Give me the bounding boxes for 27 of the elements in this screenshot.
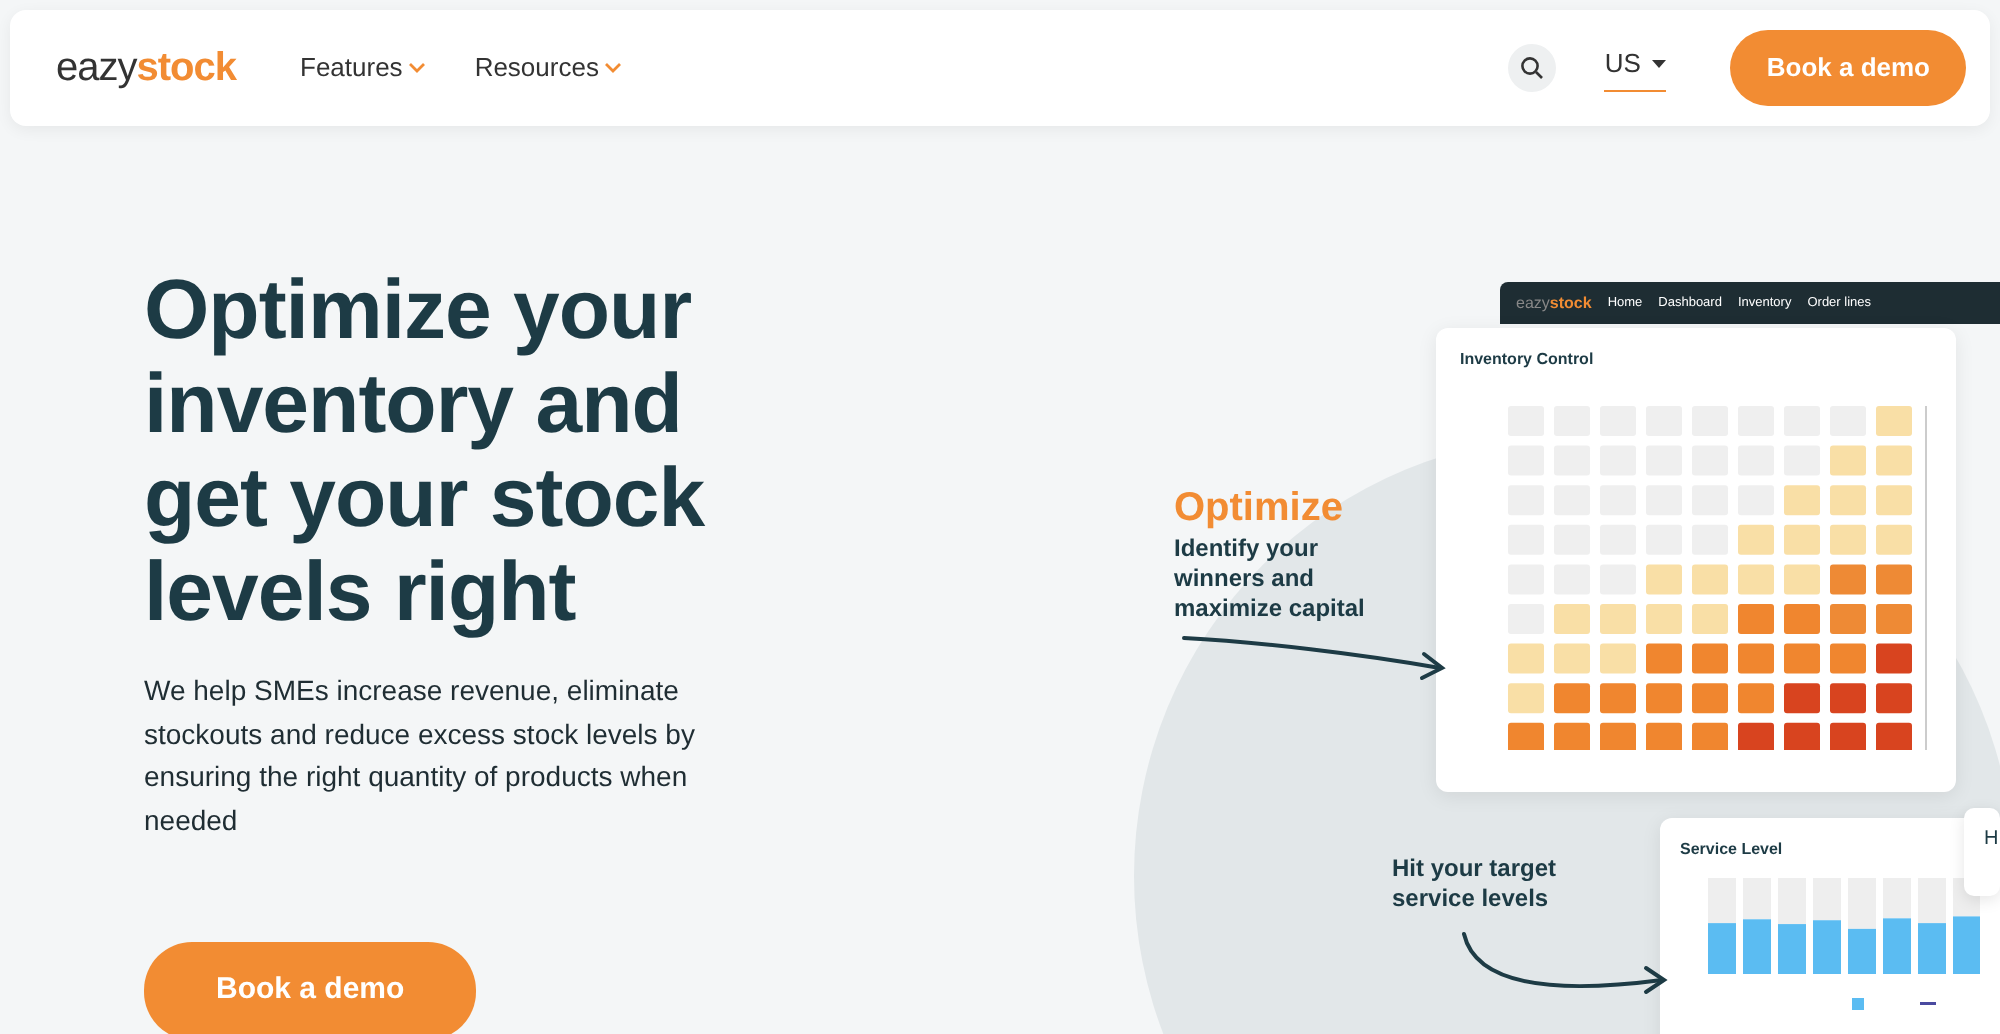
search-icon bbox=[1520, 56, 1545, 80]
chevron-down-icon bbox=[408, 62, 427, 74]
callout-text: Hit your target service levels bbox=[1392, 854, 1559, 914]
chart-bar bbox=[1708, 923, 1736, 974]
chevron-down-icon bbox=[604, 62, 623, 74]
legend-swatch bbox=[1852, 998, 1864, 1010]
card-title: Inventory Control bbox=[1460, 348, 1596, 372]
region-selector[interactable]: US bbox=[1604, 44, 1667, 92]
nav-menu-item[interactable]: Features bbox=[300, 48, 427, 88]
chart-bar bbox=[1918, 923, 1946, 974]
callout-title: Optimize bbox=[1174, 484, 1343, 534]
app-logo: eazystock bbox=[1516, 291, 1592, 315]
notification-popup: H bbox=[1964, 808, 2000, 896]
chart-bar bbox=[1778, 924, 1806, 974]
chart-bar bbox=[1743, 919, 1771, 974]
chart-bar bbox=[1883, 918, 1911, 974]
card-title: Service Level bbox=[1680, 838, 1785, 862]
logo[interactable]: eazystock bbox=[56, 38, 236, 98]
search-button[interactable] bbox=[1508, 44, 1557, 92]
caret-icon bbox=[1652, 60, 1667, 68]
chart-bar bbox=[1813, 920, 1841, 974]
nav-menu-item[interactable]: Resources bbox=[474, 48, 623, 88]
callout-text: Identify your winners and maximize capital bbox=[1174, 534, 1367, 624]
hero-description: We help SMEs increase revenue, eliminate stockouts and reduce excess stock levels by ensuring the right quantity of products when needed bbox=[144, 672, 697, 839]
chart-bar bbox=[1848, 928, 1876, 974]
chart-bar bbox=[1953, 916, 1980, 974]
hero-headline: Optimize your inventory and get your stock levels right bbox=[144, 262, 707, 638]
